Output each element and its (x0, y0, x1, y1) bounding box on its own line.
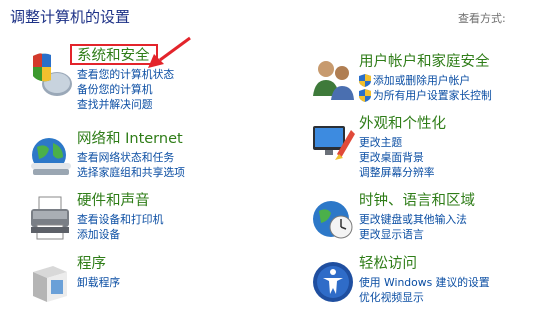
view-by-label[interactable]: 查看方式: (458, 10, 506, 26)
shield-security-icon (33, 53, 72, 96)
link-find-fix-problems[interactable]: 查找并解决问题 (77, 97, 174, 112)
category-title-programs[interactable]: 程序 (77, 255, 106, 273)
link-label: 为所有用户设置家长控制 (373, 89, 492, 102)
link-screen-resolution[interactable]: 调整屏幕分辨率 (359, 165, 435, 180)
annotation-arrow-icon (148, 36, 191, 68)
uac-shield-icon (359, 89, 371, 102)
printer-icon (31, 196, 69, 240)
category-title-ease-of-access[interactable]: 轻松访问 (359, 255, 417, 273)
link-desktop-background[interactable]: 更改桌面背景 (359, 150, 435, 165)
category-title-appearance[interactable]: 外观和个性化 (359, 115, 446, 133)
link-windows-recommended-settings[interactable]: 使用 Windows 建议的设置 (359, 275, 490, 290)
category-title-network-internet[interactable]: 网络和 Internet (77, 130, 183, 148)
category-title-user-accounts[interactable]: 用户帐户和家庭安全 (359, 53, 490, 71)
link-network-status[interactable]: 查看网络状态和任务 (77, 150, 185, 165)
link-homegroup-sharing[interactable]: 选择家庭组和共享选项 (77, 165, 185, 180)
link-add-remove-accounts[interactable]: 添加或删除用户帐户 (359, 73, 492, 88)
category-title-clock-language[interactable]: 时钟、语言和区域 (359, 192, 475, 210)
page-title: 调整计算机的设置 (10, 8, 131, 26)
link-optimize-video-display[interactable]: 优化视频显示 (359, 290, 490, 305)
link-display-language[interactable]: 更改显示语言 (359, 227, 467, 242)
link-label: 添加或删除用户帐户 (373, 74, 471, 87)
link-uninstall-program[interactable]: 卸载程序 (77, 275, 120, 290)
appearance-monitor-icon (313, 126, 355, 160)
ease-of-access-icon (313, 262, 353, 302)
link-keyboard-input[interactable]: 更改键盘或其他输入法 (359, 212, 467, 227)
network-globe-icon (31, 138, 71, 175)
uac-shield-icon (359, 74, 371, 87)
link-backup-computer[interactable]: 备份您的计算机 (77, 82, 174, 97)
link-change-theme[interactable]: 更改主题 (359, 135, 435, 150)
link-add-device[interactable]: 添加设备 (77, 227, 163, 242)
clock-globe-icon (313, 201, 353, 239)
users-icon (313, 61, 354, 100)
link-devices-printers[interactable]: 查看设备和打印机 (77, 212, 163, 227)
programs-box-icon (33, 266, 67, 302)
category-title-hardware-sound[interactable]: 硬件和声音 (77, 192, 150, 210)
link-parental-controls[interactable]: 为所有用户设置家长控制 (359, 88, 492, 103)
